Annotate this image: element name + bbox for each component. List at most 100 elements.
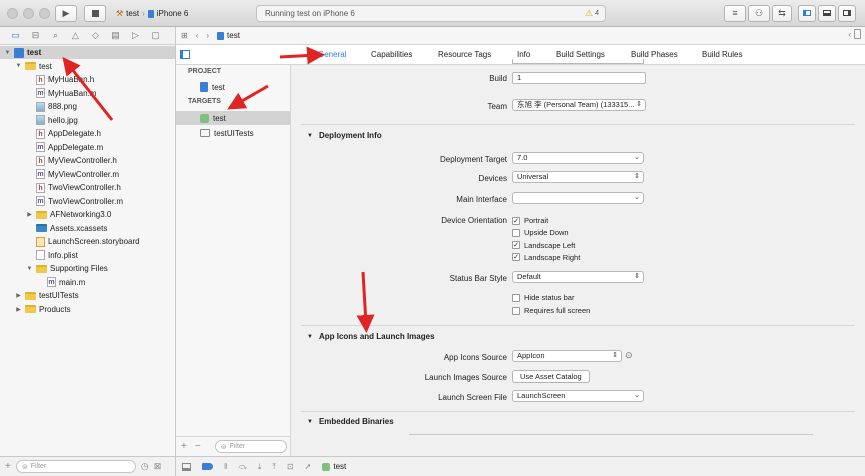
orientation-checkbox[interactable]: ✓ Landscape Right	[512, 253, 580, 262]
use-asset-catalog-button[interactable]: Use Asset Catalog	[512, 370, 590, 383]
add-target-icon[interactable]: +	[181, 441, 187, 452]
app-icons-section[interactable]: ▼ App Icons and Launch Images	[307, 332, 435, 341]
document-icon[interactable]	[854, 29, 861, 39]
version-editor-button[interactable]: ⇆	[772, 5, 792, 22]
status-bar-style-popup[interactable]: Default ⇕	[512, 271, 644, 283]
step-out-icon[interactable]: ⤒	[272, 462, 276, 472]
main-interface-combo[interactable]: ⌄	[512, 192, 644, 204]
test-icon[interactable]: ◇	[90, 31, 101, 40]
debug-icon[interactable]: ▤	[110, 31, 121, 40]
navigator-item[interactable]: ▶ Products	[15, 303, 70, 316]
hide-status-bar-checkbox[interactable]: Hide status bar	[512, 293, 574, 302]
orientation-checkbox[interactable]: Upside Down	[512, 228, 569, 237]
hide-debug-area-icon[interactable]	[182, 462, 191, 471]
orientation-checkbox[interactable]: ✓ Portrait	[512, 216, 548, 225]
requires-full-screen-checkbox[interactable]: Requires full screen	[512, 306, 590, 315]
navigator-item[interactable]: m MyHuaBan.m	[26, 87, 96, 100]
recent-files-icon[interactable]: ◷	[141, 461, 149, 472]
back-button[interactable]: ‹	[196, 31, 199, 40]
stop-button[interactable]	[84, 5, 106, 22]
disclosure-open-icon[interactable]: ▼	[15, 63, 22, 69]
disclosure-open-icon[interactable]: ▼	[4, 50, 11, 56]
deployment-target-combo[interactable]: 7.0 ⌄	[512, 152, 644, 164]
navigator-item[interactable]: ▼ test	[0, 46, 175, 59]
hide-target-list-button[interactable]	[180, 50, 190, 59]
navigator-item[interactable]: LaunchScreen.storyboard	[26, 235, 140, 248]
navigator-item[interactable]: h MyViewController.h	[26, 154, 117, 167]
navigator-item[interactable]: Assets.xcassets	[26, 222, 107, 235]
step-into-icon[interactable]: ⤓	[258, 462, 262, 472]
disclosure-closed-icon[interactable]: ▶	[26, 211, 33, 218]
assistant-editor-button[interactable]: ⚇	[748, 5, 770, 22]
target-item-testuitests[interactable]: testUITests	[176, 126, 290, 140]
standard-editor-button[interactable]: ≡	[724, 5, 746, 22]
navigator-item[interactable]: 888.png	[26, 100, 77, 113]
devices-popup[interactable]: Universal ⇕	[512, 171, 644, 183]
breakpoint-icon[interactable]: ▷	[130, 31, 141, 40]
orientation-checkbox[interactable]: ✓ Landscape Left	[512, 241, 575, 250]
toggle-debug-area-button[interactable]	[818, 5, 836, 22]
debug-target[interactable]: test	[322, 462, 346, 471]
deployment-info-section[interactable]: ▼ Deployment Info	[307, 131, 382, 140]
navigator-item[interactable]: h TwoViewController.h	[26, 181, 121, 194]
navigator-item[interactable]: m MyViewController.m	[26, 168, 119, 181]
version-field[interactable]	[512, 59, 644, 64]
launch-screen-file-combo[interactable]: LaunchScreen ⌄	[512, 390, 644, 402]
remove-target-icon[interactable]: −	[195, 441, 201, 452]
breadcrumb[interactable]: test	[217, 31, 240, 40]
tab-resource-tags[interactable]: Resource Tags	[438, 50, 491, 59]
related-items-icon[interactable]: ⊞	[181, 31, 188, 40]
minimize-window-button[interactable]	[23, 8, 34, 19]
navigator-item[interactable]: h MyHuaBan.h	[26, 73, 94, 86]
navigator-item[interactable]: m TwoViewController.m	[26, 195, 123, 208]
issue-icon[interactable]: △	[70, 31, 81, 40]
navigator-item[interactable]: ▶ testUITests	[15, 289, 78, 302]
app-icons-source-popup[interactable]: AppIcon ⇕	[512, 350, 622, 362]
navigator-item[interactable]: ▼ test	[15, 60, 52, 73]
navigator-item[interactable]: ▼ Supporting Files	[26, 262, 108, 275]
embedded-binaries-section[interactable]: ▼ Embedded Binaries	[307, 417, 394, 426]
pause-icon[interactable]: ‖	[224, 462, 227, 471]
build-field[interactable]: 1	[512, 72, 646, 84]
navigator-item[interactable]: m main.m	[37, 276, 85, 289]
folder-icon[interactable]: ▭	[10, 31, 21, 40]
team-popup[interactable]: 东旭 李 (Personal Team) (133315... ⇕	[512, 99, 646, 111]
go-to-asset-icon[interactable]: ⊙	[625, 350, 633, 361]
forward-button[interactable]: ›	[206, 31, 209, 40]
step-over-icon[interactable]: ⤼	[238, 462, 247, 472]
view-hierarchy-icon[interactable]: ⊡	[287, 462, 294, 471]
simulate-location-icon[interactable]: ➚	[305, 462, 312, 471]
tab-build-settings[interactable]: Build Settings	[556, 50, 605, 59]
report-icon[interactable]: ▢	[150, 31, 161, 40]
toggle-utilities-button[interactable]	[838, 5, 856, 22]
navigator-item[interactable]: hello.jpg	[26, 114, 78, 127]
tab-capabilities[interactable]: Capabilities	[371, 50, 412, 59]
close-window-button[interactable]	[7, 8, 18, 19]
navigator-item[interactable]: ▶ AFNetworking3.0	[26, 208, 111, 221]
tab-general[interactable]: General	[318, 50, 346, 59]
toggle-navigator-button[interactable]	[798, 5, 816, 22]
add-icon[interactable]: +	[5, 461, 11, 472]
target-item-test[interactable]: test	[176, 111, 290, 125]
disclosure-closed-icon[interactable]: ▶	[15, 306, 22, 313]
scheme-selector[interactable]: ⚒ test › iPhone 6	[112, 5, 200, 22]
breakpoints-toggle-icon[interactable]	[202, 463, 213, 470]
zoom-window-button[interactable]	[39, 8, 50, 19]
source-control-icon[interactable]: ⊟	[30, 31, 41, 40]
disclosure-open-icon[interactable]: ▼	[26, 266, 33, 272]
navigator-item[interactable]: h AppDelegate.h	[26, 127, 101, 140]
search-icon[interactable]: ⌕	[50, 31, 61, 40]
tab-info[interactable]: Info	[517, 50, 530, 59]
scm-status-icon[interactable]: ⊠	[154, 461, 162, 472]
run-button[interactable]: ▶	[55, 5, 77, 22]
disclosure-closed-icon[interactable]: ▶	[15, 292, 22, 299]
project-item[interactable]: test	[176, 80, 290, 94]
tab-build-rules[interactable]: Build Rules	[702, 50, 742, 59]
navigator-item[interactable]: m AppDelegate.m	[26, 141, 103, 154]
navigator-item[interactable]: Info.plist	[26, 249, 78, 262]
warnings-indicator[interactable]: ⚠ 4	[585, 8, 599, 19]
navigator-filter-input[interactable]: ⊜ Filter	[15, 460, 136, 473]
previous-issue-button[interactable]: ‹	[848, 30, 851, 39]
target-filter-input[interactable]: ⊜ Filter	[214, 440, 287, 453]
tab-build-phases[interactable]: Build Phases	[631, 50, 678, 59]
